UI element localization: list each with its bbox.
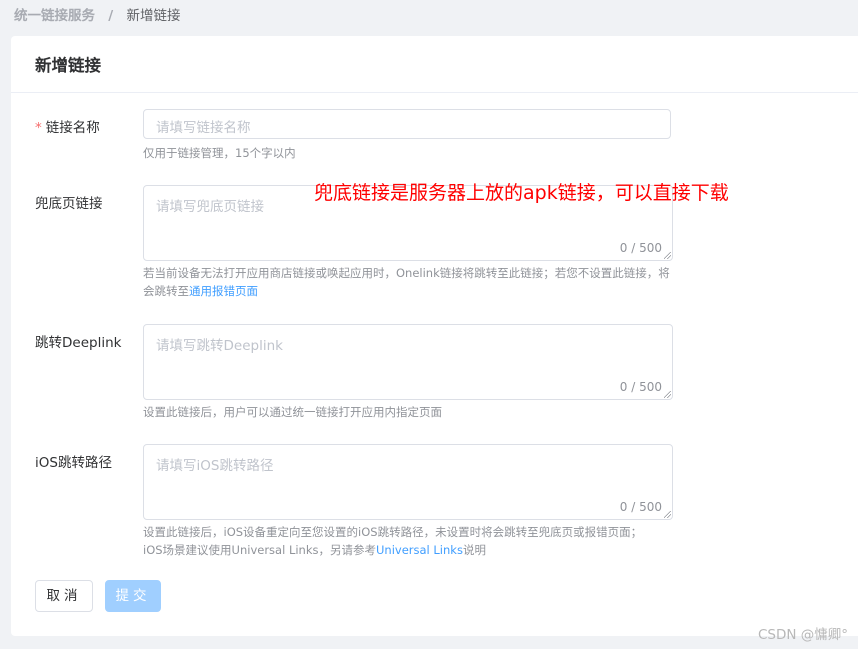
breadcrumb: 统一链接服务 / 新增链接 <box>14 6 181 26</box>
fallback-placeholder: 请填写兜底页链接 <box>156 199 264 215</box>
cancel-button[interactable]: 取消 <box>35 580 93 612</box>
ios-path-textarea[interactable]: 请填写iOS跳转路径 0 / 500 <box>143 444 673 520</box>
breadcrumb-parent[interactable]: 统一链接服务 <box>14 8 95 24</box>
breadcrumb-current: 新增链接 <box>126 8 181 24</box>
ios-path-placeholder: 请填写iOS跳转路径 <box>156 458 274 474</box>
ios-path-help-line1: 设置此链接后，iOS设备重定向至您设置的iOS跳转路径，未设置时将会跳转至兜底页… <box>143 525 643 539</box>
fallback-label: 兜底页链接 <box>35 196 103 212</box>
fallback-help: 若当前设备无法打开应用商店链接或唤起应用时，Onelink链接将跳转至此链接；若… <box>143 264 673 300</box>
resize-handle-icon[interactable] <box>664 511 671 518</box>
name-input-placeholder: 请填写链接名称 <box>156 120 251 136</box>
watermark: CSDN @慵卿° <box>757 627 848 643</box>
ios-path-label: iOS跳转路径 <box>35 455 112 471</box>
resize-handle-icon[interactable] <box>664 391 671 398</box>
deeplink-help: 设置此链接后，用户可以通过统一链接打开应用内指定页面 <box>143 405 442 419</box>
breadcrumb-separator: / <box>108 8 114 24</box>
deeplink-placeholder: 请填写跳转Deeplink <box>156 338 283 354</box>
ios-help-prefix: iOS场景建议使用Universal Links，另请参考 <box>143 543 376 557</box>
deeplink-char-counter: 0 / 500 <box>619 380 662 394</box>
ios-path-char-counter: 0 / 500 <box>619 500 662 514</box>
deeplink-textarea[interactable]: 请填写跳转Deeplink 0 / 500 <box>143 324 673 400</box>
page-title: 新增链接 <box>35 56 101 75</box>
submit-button[interactable]: 提交 <box>105 580 161 612</box>
name-label: * 链接名称 <box>35 116 135 136</box>
ios-help-suffix: 说明 <box>462 543 486 557</box>
ios-path-help: 设置此链接后，iOS设备重定向至您设置的iOS跳转路径，未设置时将会跳转至兜底页… <box>143 523 673 559</box>
name-input[interactable]: 请填写链接名称 <box>143 109 671 139</box>
universal-links-link[interactable]: Universal Links <box>376 543 463 557</box>
deeplink-label: 跳转Deeplink <box>35 335 122 351</box>
error-page-link[interactable]: 通用报错页面 <box>189 284 258 298</box>
annotation-text: 兜底链接是服务器上放的apk链接，可以直接下载 <box>314 182 729 204</box>
required-mark: * <box>35 120 42 136</box>
ios-path-help-line2: iOS场景建议使用Universal Links，另请参考Universal L… <box>143 541 673 559</box>
card-header: 新增链接 <box>11 36 858 93</box>
name-label-text: 链接名称 <box>45 120 100 136</box>
form-card: 新增链接 * 链接名称 请填写链接名称 仅用于链接管理，15个字以内 兜底页链接 … <box>11 36 858 636</box>
fallback-char-counter: 0 / 500 <box>619 241 662 255</box>
name-help: 仅用于链接管理，15个字以内 <box>143 146 296 160</box>
resize-handle-icon[interactable] <box>664 252 671 259</box>
